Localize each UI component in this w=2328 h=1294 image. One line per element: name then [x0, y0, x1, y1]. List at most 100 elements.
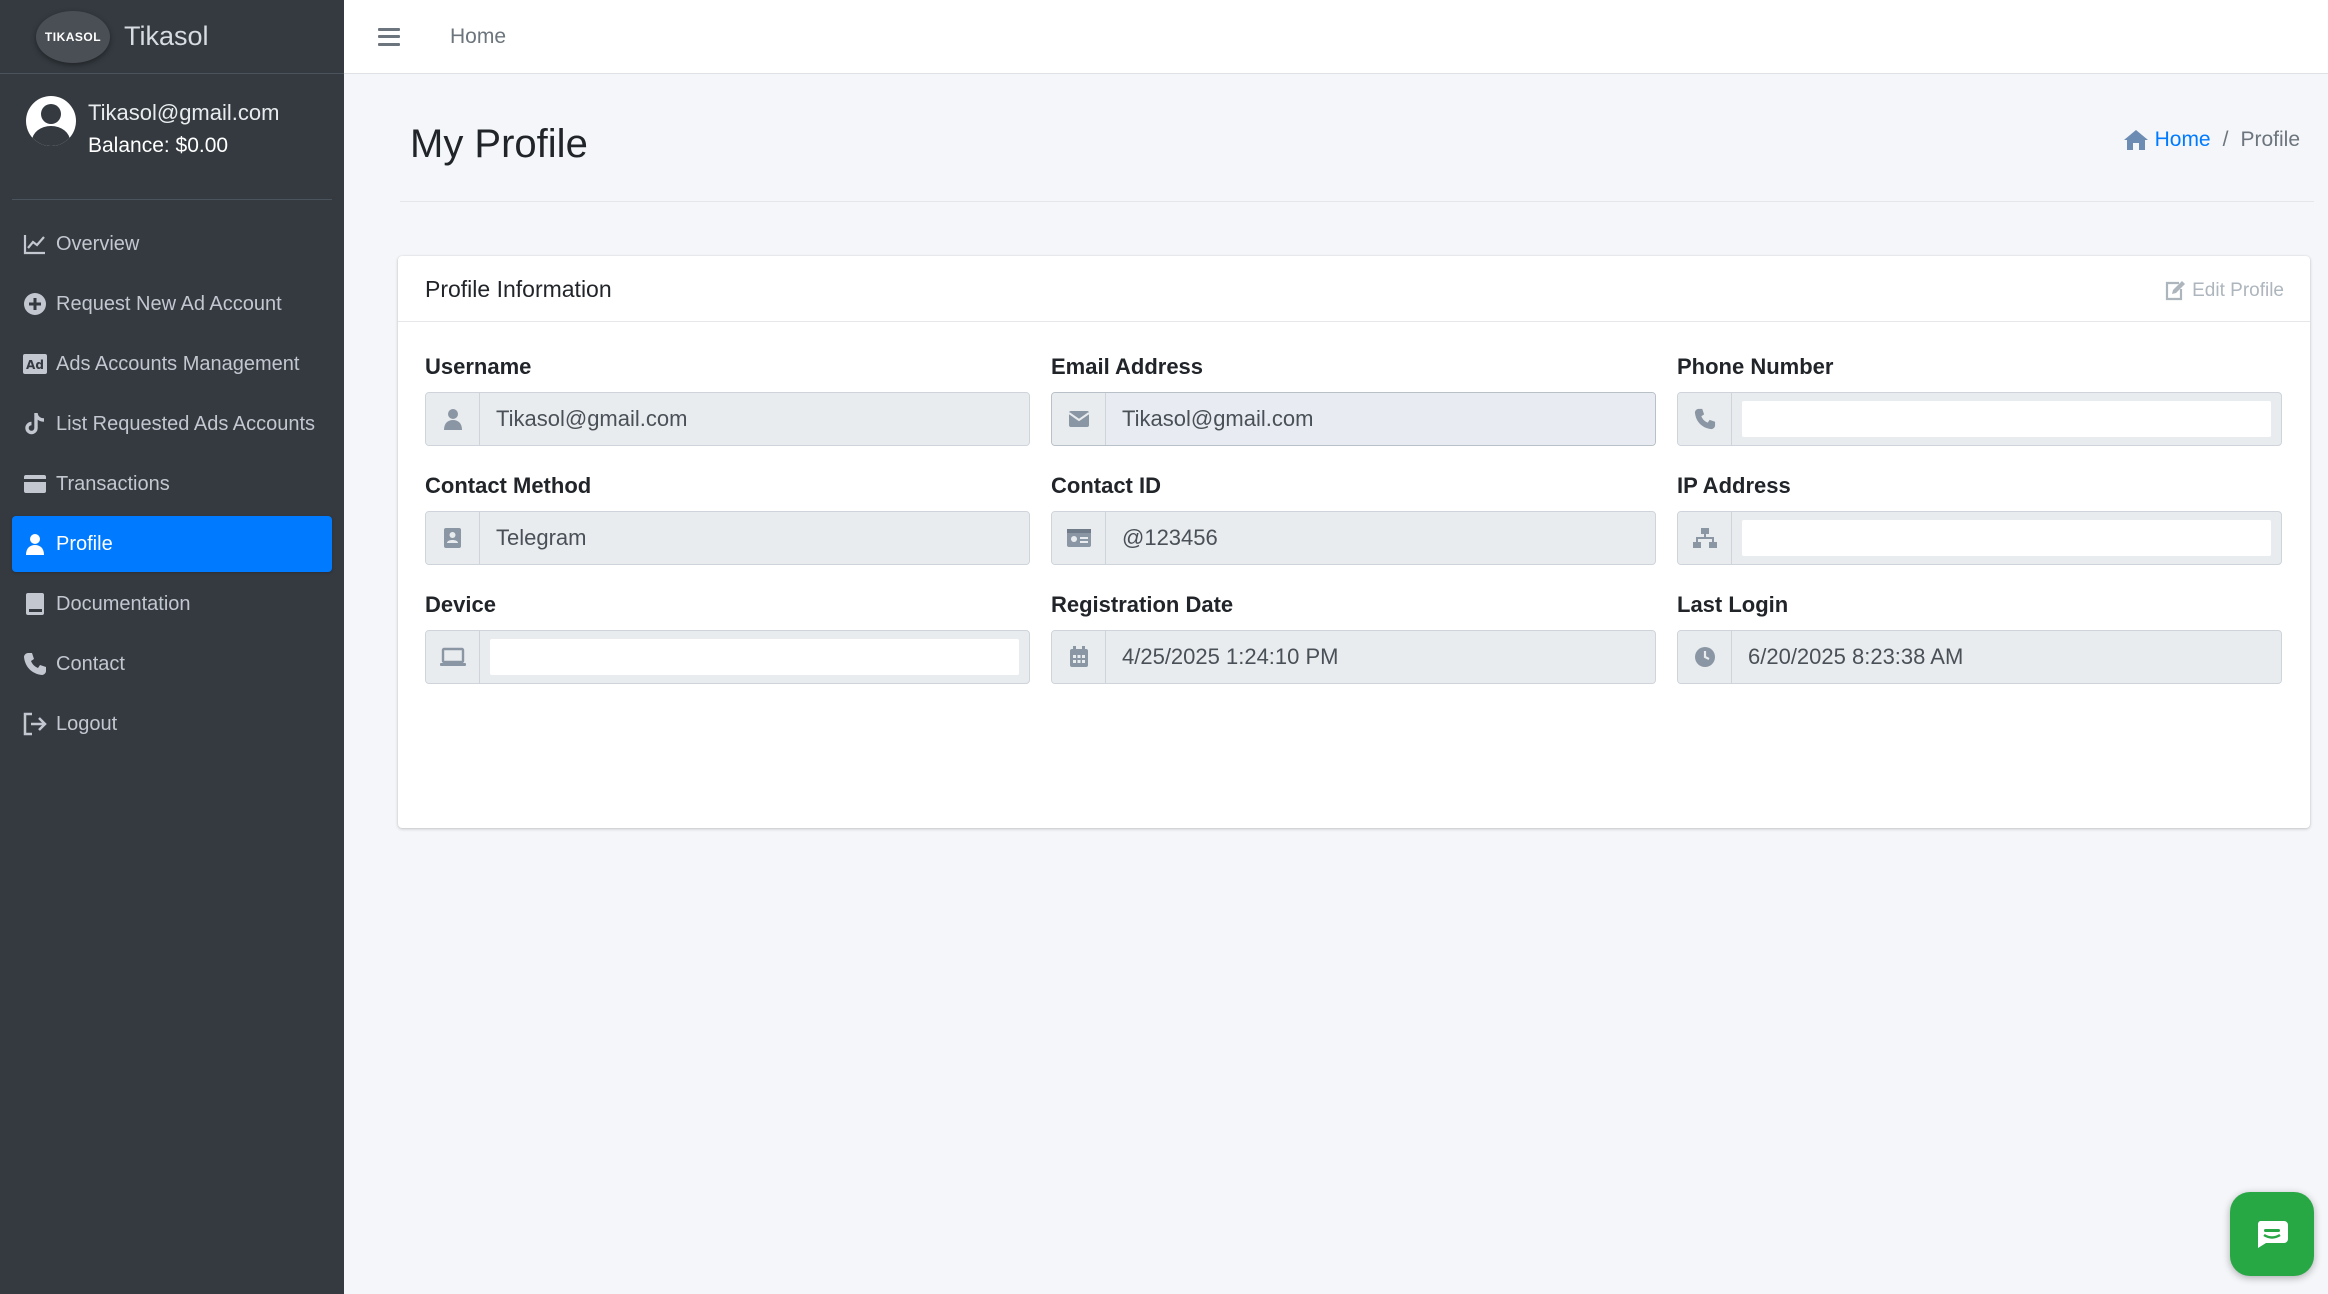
ip-field: IP Address — [1677, 473, 2282, 565]
chat-icon — [2257, 1221, 2288, 1248]
contact-method-input[interactable]: Telegram — [425, 511, 1030, 565]
brand-name: Tikasol — [124, 21, 209, 51]
address-book-icon — [426, 512, 480, 564]
edit-profile-button[interactable]: Edit Profile — [2164, 280, 2284, 302]
network-icon — [1678, 512, 1732, 564]
home-icon — [2123, 130, 2148, 150]
profile-card: Profile Information Edit Profile Usernam… — [398, 256, 2310, 828]
book-icon — [22, 591, 48, 617]
ad-icon: Ad — [22, 351, 48, 377]
card-title: Profile Information — [425, 276, 612, 302]
last-login-label: Last Login — [1677, 592, 1789, 617]
registration-date-field: Registration Date 4/25/2025 1:24:10 PM — [1051, 592, 1656, 684]
contact-method-value: Telegram — [480, 512, 1029, 564]
contact-method-field: Contact Method Telegram — [425, 473, 1030, 565]
registration-date-input[interactable]: 4/25/2025 1:24:10 PM — [1051, 630, 1656, 684]
sidebar-nav: Overview Request New Ad Account Ad Ads A… — [0, 216, 344, 752]
card-header: Profile Information Edit Profile — [398, 256, 2310, 322]
user-icon — [426, 393, 480, 445]
top-nav-home-link[interactable]: Home — [450, 25, 506, 49]
sidebar-item-label: List Requested Ads Accounts — [56, 412, 316, 435]
breadcrumb-current: Profile — [2240, 128, 2300, 151]
phone-input[interactable] — [1677, 392, 2282, 446]
email-input[interactable]: Tikasol@gmail.com — [1051, 392, 1656, 446]
phone-field: Phone Number — [1677, 354, 2282, 446]
username-input[interactable]: Tikasol@gmail.com — [425, 392, 1030, 446]
sidebar-item-logout[interactable]: Logout — [12, 696, 332, 752]
ip-value — [1742, 520, 2271, 556]
email-field: Email Address Tikasol@gmail.com — [1051, 354, 1656, 446]
user-balance: Balance: $0.00 — [88, 134, 229, 157]
contact-id-value: @123456 — [1106, 512, 1655, 564]
sidebar-item-label: Contact — [56, 652, 125, 675]
device-value — [490, 639, 1019, 675]
sidebar-item-label: Profile — [56, 532, 113, 555]
clock-icon — [1678, 631, 1732, 683]
contact-method-label: Contact Method — [425, 473, 592, 498]
svg-text:Ad: Ad — [26, 358, 44, 372]
registration-date-value: 4/25/2025 1:24:10 PM — [1106, 631, 1655, 683]
phone-value — [1742, 401, 2271, 437]
brand[interactable]: TIKASOL Tikasol — [0, 0, 344, 74]
user-icon — [22, 531, 48, 557]
contact-id-label: Contact ID — [1051, 473, 1161, 498]
phone-label: Phone Number — [1677, 354, 1834, 379]
breadcrumb-separator: / — [2222, 128, 2229, 151]
breadcrumb: Home / Profile — [2123, 128, 2300, 152]
topbar: Home — [344, 0, 2328, 74]
registration-date-label: Registration Date — [1051, 592, 1234, 617]
plus-circle-icon — [22, 291, 48, 317]
sign-out-icon — [22, 711, 48, 737]
device-label: Device — [425, 592, 496, 617]
phone-icon — [1678, 393, 1732, 445]
username-label: Username — [425, 354, 532, 379]
brand-logo: TIKASOL — [36, 10, 110, 63]
username-value: Tikasol@gmail.com — [480, 393, 1029, 445]
sidebar-item-label: Transactions — [56, 472, 170, 495]
calendar-icon — [1052, 631, 1106, 683]
sidebar-item-request-new-ad-account[interactable]: Request New Ad Account — [12, 276, 332, 332]
sidebar-item-overview[interactable]: Overview — [12, 216, 332, 272]
contact-id-input[interactable]: @123456 — [1051, 511, 1656, 565]
user-panel: Tikasol@gmail.com Balance: $0.00 — [12, 74, 332, 200]
breadcrumb-home-label: Home — [2154, 128, 2211, 151]
last-login-input[interactable]: 6/20/2025 8:23:38 AM — [1677, 630, 2282, 684]
tiktok-icon — [22, 411, 48, 437]
username-field: Username Tikasol@gmail.com — [425, 354, 1030, 446]
breadcrumb-home-link[interactable]: Home — [2123, 128, 2211, 152]
chart-line-icon — [22, 231, 48, 257]
envelope-icon — [1052, 393, 1106, 445]
chat-widget-button[interactable] — [2230, 1192, 2314, 1276]
user-email[interactable]: Tikasol@gmail.com — [88, 100, 279, 126]
laptop-icon — [426, 631, 480, 683]
phone-icon — [22, 651, 48, 677]
contact-id-field: Contact ID @123456 — [1051, 473, 1656, 565]
ip-input[interactable] — [1677, 511, 2282, 565]
device-input[interactable] — [425, 630, 1030, 684]
avatar — [26, 96, 76, 146]
sidebar-item-transactions[interactable]: Transactions — [12, 456, 332, 512]
sidebar-item-profile[interactable]: Profile — [12, 516, 332, 572]
edit-icon — [2166, 281, 2186, 301]
page-title: My Profile — [410, 122, 588, 166]
brand-logo-text: TIKASOL — [44, 29, 102, 44]
sidebar: TIKASOL Tikasol Tikasol@gmail.com Balanc… — [0, 0, 344, 1294]
sidebar-item-label: Ads Accounts Management — [56, 352, 300, 375]
menu-toggle-icon[interactable] — [378, 27, 400, 46]
sidebar-item-label: Logout — [56, 712, 118, 735]
sidebar-item-ads-accounts-management[interactable]: Ad Ads Accounts Management — [12, 336, 332, 392]
sidebar-item-label: Request New Ad Account — [56, 292, 282, 315]
content: My Profile Home / Profile Profile Inform… — [366, 90, 2328, 1294]
content-header: My Profile Home / Profile — [400, 90, 2314, 202]
wallet-icon — [22, 471, 48, 497]
sidebar-item-documentation[interactable]: Documentation — [12, 576, 332, 632]
sidebar-item-label: Overview — [56, 232, 140, 255]
sidebar-item-label: Documentation — [56, 592, 191, 615]
edit-profile-label: Edit Profile — [2192, 280, 2284, 301]
ip-label: IP Address — [1677, 473, 1791, 498]
id-card-icon — [1052, 512, 1106, 564]
sidebar-item-list-requested-ads-accounts[interactable]: List Requested Ads Accounts — [12, 396, 332, 452]
email-label: Email Address — [1051, 354, 1204, 379]
sidebar-item-contact[interactable]: Contact — [12, 636, 332, 692]
device-field: Device — [425, 592, 1030, 684]
